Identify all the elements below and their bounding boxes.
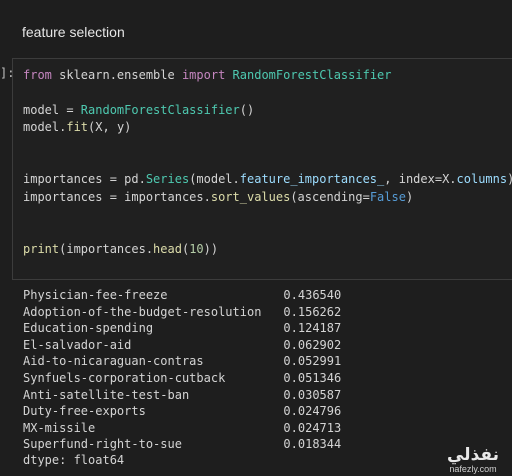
- code-line: ​: [23, 137, 512, 154]
- code-line: importances = importances.sort_values(as…: [23, 189, 414, 204]
- importance-value: 0.024713: [283, 420, 342, 435]
- importance-value: 0.052991: [283, 354, 342, 369]
- feature-name: Adoption-of-the-budget-resolution: [23, 304, 262, 319]
- output-row: Physician-fee-freeze 0.436540: [23, 287, 341, 304]
- output-row: Aid-to-nicaraguan-contras 0.052991: [23, 353, 341, 370]
- output-row: Synfuels-corporation-cutback 0.051346: [23, 370, 341, 387]
- importance-value: 0.124187: [283, 321, 342, 336]
- importance-value: 0.156262: [283, 304, 342, 319]
- output-row: Superfund-right-to-sue 0.018344: [23, 436, 341, 453]
- code-line: print(importances.head(10)): [23, 242, 219, 257]
- feature-name: El-salvador-aid: [23, 337, 132, 352]
- feature-name: Physician-fee-freeze: [23, 288, 168, 302]
- code-line: ​: [23, 224, 512, 241]
- output-row: Duty-free-exports 0.024796: [23, 403, 341, 420]
- output-row: Education-spending 0.124187: [23, 320, 341, 337]
- watermark: نفذلي nafezly.com: [440, 446, 506, 474]
- importance-value: 0.436540: [283, 288, 342, 302]
- markdown-heading: feature selection: [22, 24, 125, 40]
- code-editor[interactable]: from sklearn.ensemble import RandomFores…: [23, 67, 512, 258]
- code-line: model = RandomForestClassifier(): [23, 102, 255, 117]
- feature-name: Duty-free-exports: [23, 404, 146, 419]
- code-cell[interactable]: from sklearn.ensemble import RandomFores…: [12, 58, 512, 280]
- feature-name: Anti-satellite-test-ban: [23, 387, 190, 402]
- code-line: ​: [23, 84, 512, 101]
- output-row: Adoption-of-the-budget-resolution 0.15626…: [23, 304, 341, 321]
- importance-value: 0.030587: [283, 387, 342, 402]
- code-line: importances = pd.Series(model.feature_im…: [23, 172, 512, 187]
- code-line: model.fit(X, y): [23, 120, 132, 135]
- output-row: MX-missile 0.024713: [23, 420, 341, 437]
- importance-value: 0.018344: [283, 437, 342, 452]
- importance-value: 0.024796: [283, 404, 342, 419]
- output-table: Physician-fee-freeze 0.436540 Adoption-of-…: [23, 287, 341, 453]
- feature-name: Aid-to-nicaraguan-contras: [23, 354, 204, 369]
- watermark-url: nafezly.com: [449, 464, 497, 474]
- importance-value: 0.051346: [283, 370, 342, 385]
- feature-name: Synfuels-corporation-cutback: [23, 370, 226, 385]
- feature-name: Education-spending: [23, 321, 154, 336]
- output-dtype: dtype: float64: [23, 453, 125, 467]
- feature-name: Superfund-right-to-sue: [23, 437, 182, 452]
- code-line: ​: [23, 206, 512, 223]
- output-row: El-salvador-aid 0.062902: [23, 337, 341, 354]
- importance-value: 0.062902: [283, 337, 342, 352]
- feature-name: MX-missile: [23, 420, 96, 435]
- watermark-logo: نفذلي: [446, 445, 500, 465]
- output-row: Anti-satellite-test-ban 0.030587: [23, 387, 341, 404]
- code-line: ​: [23, 154, 512, 171]
- code-line: from sklearn.ensemble import RandomFores…: [23, 68, 392, 82]
